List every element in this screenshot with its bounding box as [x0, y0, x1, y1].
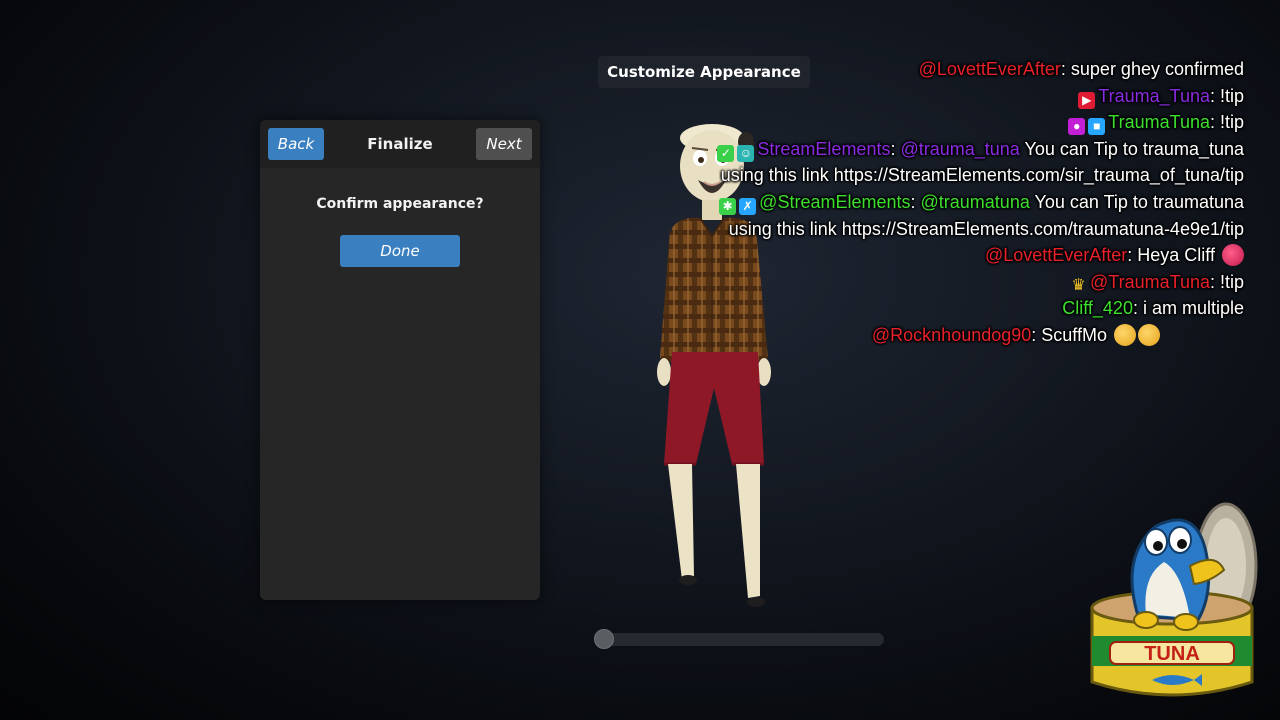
chat-mention: @trauma_tuna [900, 138, 1020, 159]
chat-overlay: @LovettEverAfter: super ghey confirmed ▶… [564, 56, 1244, 349]
chat-message: ● ■ TraumaTuna: !tip [564, 109, 1244, 136]
chat-username: StreamElements [757, 138, 891, 159]
chat-message: @Rocknhoundog90: ScuffMo [564, 322, 1160, 349]
chat-text: : ScuffMo [1031, 324, 1107, 345]
chat-text: : i am multiple [1132, 298, 1244, 319]
chat-username: @TraumaTuna [1090, 271, 1210, 292]
chat-username: @Rocknhoundog90 [871, 324, 1032, 345]
next-button[interactable]: Next [476, 128, 532, 160]
cube-badge-icon: ■ [1088, 118, 1106, 136]
chat-text: : [890, 138, 901, 159]
chat-text: : !tip [1209, 271, 1244, 292]
finalize-panel: Back Finalize Next Confirm appearance? D… [260, 120, 540, 600]
chat-text: : !tip [1209, 85, 1244, 106]
bot-badge-icon: ☺ [737, 144, 755, 162]
chat-username: Trauma_Tuna [1098, 85, 1210, 106]
chat-message: ▶ Trauma_Tuna: !tip [564, 83, 1244, 110]
tuna-logo: TUNA [1090, 502, 1258, 697]
chat-username: TraumaTuna [1108, 112, 1210, 133]
smile-emote-icon [1114, 323, 1136, 346]
heart-emote-icon [1222, 244, 1244, 267]
chat-message: @LovettEverAfter: super ghey confirmed [564, 56, 1244, 83]
chat-username: @StreamElements [759, 191, 911, 212]
chat-username: @LovettEverAfter [918, 59, 1061, 79]
mic-badge-icon: ● [1068, 118, 1086, 136]
chat-username: @LovettEverAfter [984, 245, 1128, 266]
chat-text: : Heya Cliff [1127, 245, 1215, 266]
done-button[interactable]: Done [340, 235, 460, 267]
slider-thumb[interactable] [594, 629, 614, 649]
chat-username: Cliff_420 [1062, 298, 1133, 319]
sword-badge-icon: ✗ [739, 197, 757, 215]
logo-text: TUNA [1144, 643, 1200, 665]
crown-badge-icon: ♛ [1071, 276, 1086, 294]
rotation-slider[interactable] [594, 629, 884, 649]
gear-badge-icon: ✱ [719, 197, 737, 215]
chat-text: : [910, 191, 921, 212]
smile-emote-icon [1138, 323, 1160, 346]
video-badge-icon: ▶ [1078, 91, 1096, 109]
chat-message: Cliff_420: i am multiple [564, 295, 1244, 322]
chat-message: ✓ ☺ StreamElements: @trauma_tuna You can T… [704, 136, 1244, 189]
panel-header: Back Finalize Next [260, 120, 540, 168]
sword-badge-icon: ✓ [717, 144, 735, 162]
chat-message: ♛ @TraumaTuna: !tip [564, 269, 1244, 296]
chat-mention: @traumatuna [920, 191, 1030, 212]
chat-text: : super ghey confirmed [1060, 59, 1244, 79]
chat-message: ✱ ✗ @StreamElements: @traumatuna You can T… [704, 189, 1244, 242]
confirm-prompt: Confirm appearance? [316, 196, 484, 212]
chat-message: @LovettEverAfter: Heya Cliff [564, 242, 1244, 269]
chat-text: : !tip [1209, 112, 1244, 133]
